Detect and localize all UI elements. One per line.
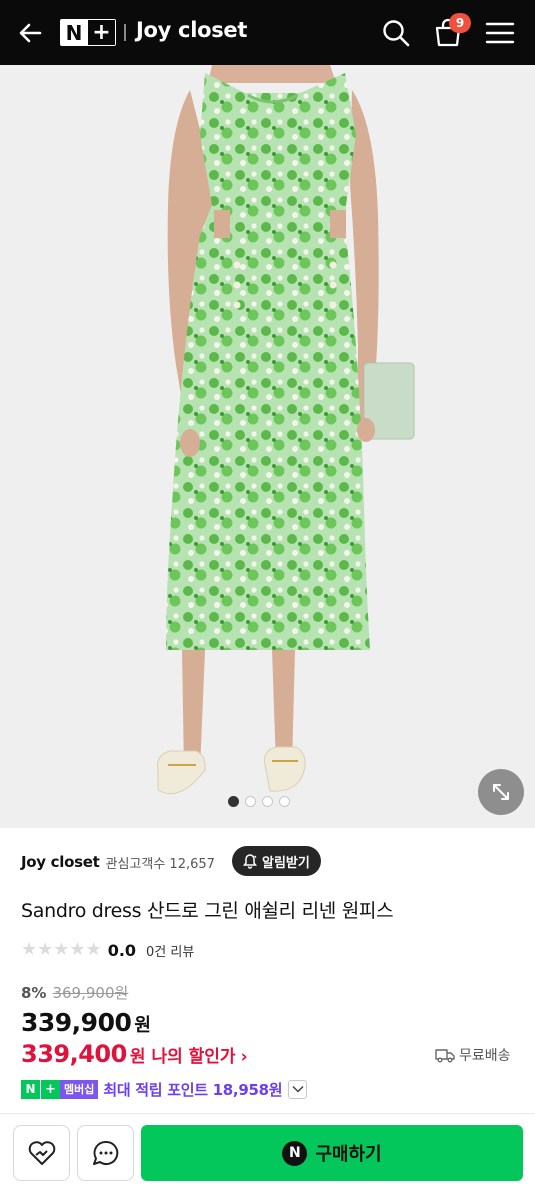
sale-price-row: 339,900 원 bbox=[21, 1008, 151, 1037]
badge-plus: + bbox=[41, 1079, 60, 1099]
badge-n: N bbox=[21, 1079, 40, 1099]
naver-pay-n-icon: N bbox=[282, 1140, 308, 1166]
chat-inquiry-button[interactable] bbox=[77, 1125, 134, 1181]
max-points-text: 최대 적립 포인트 18,958원 bbox=[103, 1080, 283, 1099]
rating-row: ★★★★★ 0.0 0건 리뷰 bbox=[21, 940, 194, 960]
search-icon[interactable] bbox=[380, 17, 412, 49]
bell-icon bbox=[243, 854, 257, 869]
truck-icon bbox=[435, 1049, 455, 1063]
sale-price: 339,900 bbox=[21, 1008, 132, 1037]
buy-label: 구매하기 bbox=[315, 1144, 382, 1165]
store-title[interactable]: Joy closet bbox=[136, 18, 247, 42]
chevron-down-icon bbox=[292, 1085, 304, 1093]
carousel-dot-2[interactable] bbox=[245, 796, 256, 807]
naver-plus-logo[interactable]: N + bbox=[60, 19, 116, 46]
cart-count-badge: 9 bbox=[449, 13, 471, 33]
bottom-bar-divider bbox=[0, 1113, 535, 1114]
top-navigation-bar: N + Joy closet 9 bbox=[0, 0, 535, 65]
store-fans-count: 관심고객수 12,657 bbox=[105, 856, 215, 872]
header-divider bbox=[124, 24, 126, 41]
points-row[interactable]: N + 멤버십 최대 적립 포인트 18,958원 bbox=[21, 1078, 308, 1100]
original-price: 369,900원 bbox=[52, 984, 129, 1002]
shipping-info: 무료배송 bbox=[435, 1045, 511, 1065]
carousel-dot-4[interactable] bbox=[279, 796, 290, 807]
store-name-link[interactable]: Joy closet bbox=[21, 853, 100, 871]
nplus-membership-badge: N + 멤버십 bbox=[21, 1079, 99, 1099]
product-title: Sandro dress 산드로 그린 애쉴리 리넨 원피스 bbox=[21, 900, 394, 922]
store-info-row: Joy closet 관심고객수 12,657 bbox=[21, 850, 215, 874]
member-price-unit: 원 bbox=[129, 1047, 146, 1067]
like-button[interactable] bbox=[13, 1125, 70, 1181]
badge-membership: 멤버십 bbox=[60, 1079, 99, 1099]
carousel-indicator bbox=[228, 796, 290, 807]
buy-now-button[interactable]: N 구매하기 bbox=[141, 1125, 523, 1181]
arrow-left-icon[interactable] bbox=[14, 16, 48, 50]
carousel-dot-1[interactable] bbox=[228, 796, 239, 807]
star-icons: ★★★★★ bbox=[21, 939, 102, 960]
carousel-dot-3[interactable] bbox=[262, 796, 273, 807]
member-price: 339,400 bbox=[21, 1040, 127, 1068]
logo-plus: + bbox=[88, 20, 115, 45]
product-photo bbox=[0, 65, 535, 828]
logo-n: N bbox=[61, 20, 87, 45]
shipping-label: 무료배송 bbox=[459, 1048, 511, 1064]
expand-diagonal-icon bbox=[493, 784, 509, 800]
member-price-label: 나의 할인가 bbox=[151, 1047, 236, 1067]
review-count-link[interactable]: 0건 리뷰 bbox=[146, 941, 194, 960]
alert-label: 알림받기 bbox=[262, 855, 310, 871]
my-discount-price-link[interactable]: 339,400 원 나의 할인가 › bbox=[21, 1040, 248, 1068]
product-image-carousel[interactable] bbox=[0, 65, 535, 828]
rating-stars: ★★★★★ bbox=[21, 941, 102, 959]
chevron-right-icon: › bbox=[240, 1047, 248, 1067]
discount-row: 8% 369,900원 bbox=[21, 982, 128, 1003]
expand-image-button[interactable] bbox=[478, 769, 524, 815]
points-expand-toggle[interactable] bbox=[288, 1079, 308, 1099]
heart-icon bbox=[28, 1141, 55, 1165]
sale-price-unit: 원 bbox=[134, 1015, 151, 1036]
notification-subscribe-button[interactable]: 알림받기 bbox=[232, 846, 321, 876]
discount-rate: 8% bbox=[21, 984, 47, 1002]
chat-bubble-icon bbox=[92, 1140, 118, 1165]
rating-score: 0.0 bbox=[107, 940, 137, 960]
hamburger-menu-icon[interactable] bbox=[484, 18, 516, 48]
